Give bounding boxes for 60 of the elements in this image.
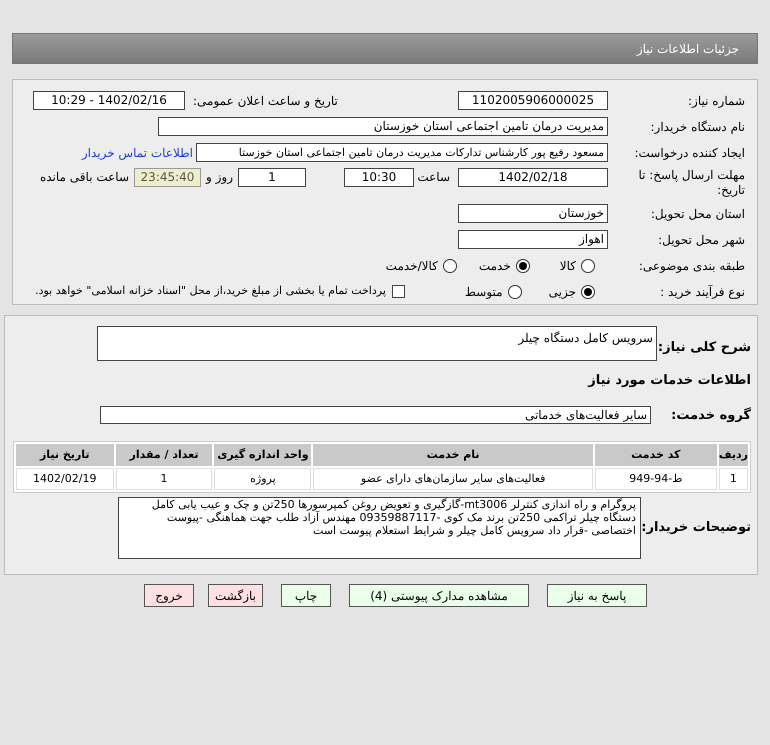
radio-button[interactable] [442,258,457,272]
field-label: گروه خدمت: [670,406,751,424]
text-field[interactable]: سایر فعالیت‌های خدماتی [100,406,651,424]
radio-button[interactable] [581,284,595,298]
text-field[interactable]: اهواز [458,230,608,249]
payment-note: پرداخت تمام یا بخشی از مبلغ خرید،از محل "اسناد خزانه اسلامی" خواهد بود. [35,283,386,300]
action-button[interactable]: خروج [144,584,194,607]
option-label: کالا/خدمت [386,258,438,274]
summary-box: سرویس کامل دستگاه چیلر [97,326,657,361]
option-label: جزیی [548,284,576,300]
field-label: نوع فرآیند خرید : [659,284,745,300]
column-header: ردیف [718,444,748,466]
field-label: توضیحات خریدار: [641,519,751,538]
option-label: کالا [560,258,576,274]
option-label: متوسط [464,284,503,300]
table-cell: فعالیت‌های سایر سازمان‌های دارای عضو [313,468,593,490]
action-button[interactable]: مشاهده مدارک پیوستی (4) [349,584,529,607]
column-header: تاریخ نیاز [16,444,114,466]
field-label: شماره نیاز: [687,92,745,110]
column-header: نام خدمت [313,444,593,466]
field-label: روز و [204,169,234,186]
table-cell: 1 [116,468,212,490]
column-header: واحد اندازه گیری [214,444,312,466]
field-label: شهر محل تحویل: [657,232,745,248]
field-label: نام دستگاه خریدار: [650,118,745,136]
action-button[interactable]: چاپ [281,584,331,607]
field-label: ساعت باقی مانده [38,169,130,186]
checkbox[interactable] [392,285,405,298]
text-field[interactable]: 1402/02/18 [458,168,608,187]
action-button[interactable]: پاسخ به نیاز [547,584,647,607]
field-label: مهلت ارسال پاسخ: تا تاریخ: [637,168,745,198]
field-label: شرح کلی نیاز: [657,339,751,357]
radio-button[interactable] [516,258,530,272]
text-field[interactable]: خوزستان [458,204,608,223]
column-header: کد خدمت [594,444,717,466]
text-field[interactable]: 1 [238,168,306,187]
table-cell: 1402/02/19 [16,468,114,490]
section-heading: اطلاعات خدمات مورد نیاز [588,372,751,390]
text-field[interactable]: مدیریت درمان تامین اجتماعی استان خوزستان [158,117,608,136]
column-header: تعداد / مقدار [116,444,212,466]
notes-box: پروگرام و راه اندازی کنترلر mt3006-گازگیری و تعویض روغن کمپرسورها 250تن و چک و عیب یابی کامل دستگاه چیلر تراکمی 250تن برند مک کوی -09359887117 مهندس آزاد طلب جهت هماهنگی -پیوست اختصاصی -قرار داد سرویس کامل چیلر و شرایط استعلام پیوست است [118,497,641,559]
option-label: خدمت [478,258,511,274]
radio-button[interactable] [508,284,522,298]
field-label: ایجاد کننده درخواست: [633,144,745,162]
field-label: استان محل تحویل: [650,206,745,222]
contact-link[interactable]: اطلاعات تماس خریدار [82,144,193,162]
action-button[interactable]: بازگشت [208,584,263,607]
table-cell: 1 [718,468,748,490]
table-cell: ط-94-949 [594,468,717,490]
page-title: جزئیات اطلاعات نیاز [636,40,739,58]
table-cell: پروژه [214,468,312,490]
text-field[interactable]: 10:30 [344,168,414,187]
text-field[interactable]: 1402/02/16 - 10:29 [33,91,185,110]
field-label: ساعت [416,169,451,186]
radio-button[interactable] [581,258,595,272]
field-label: طبقه بندی موضوعی: [638,258,745,274]
text-field[interactable]: 1102005906000025 [458,91,608,110]
field-label: تاریخ و ساعت اعلان عمومی: [192,92,339,110]
countdown-field[interactable]: 23:45:40 [134,168,201,187]
text-field[interactable]: مسعود رفیع پور کارشناس تدارکات مدیریت درمان تامین اجتماعی استان خوزستا [196,143,608,162]
